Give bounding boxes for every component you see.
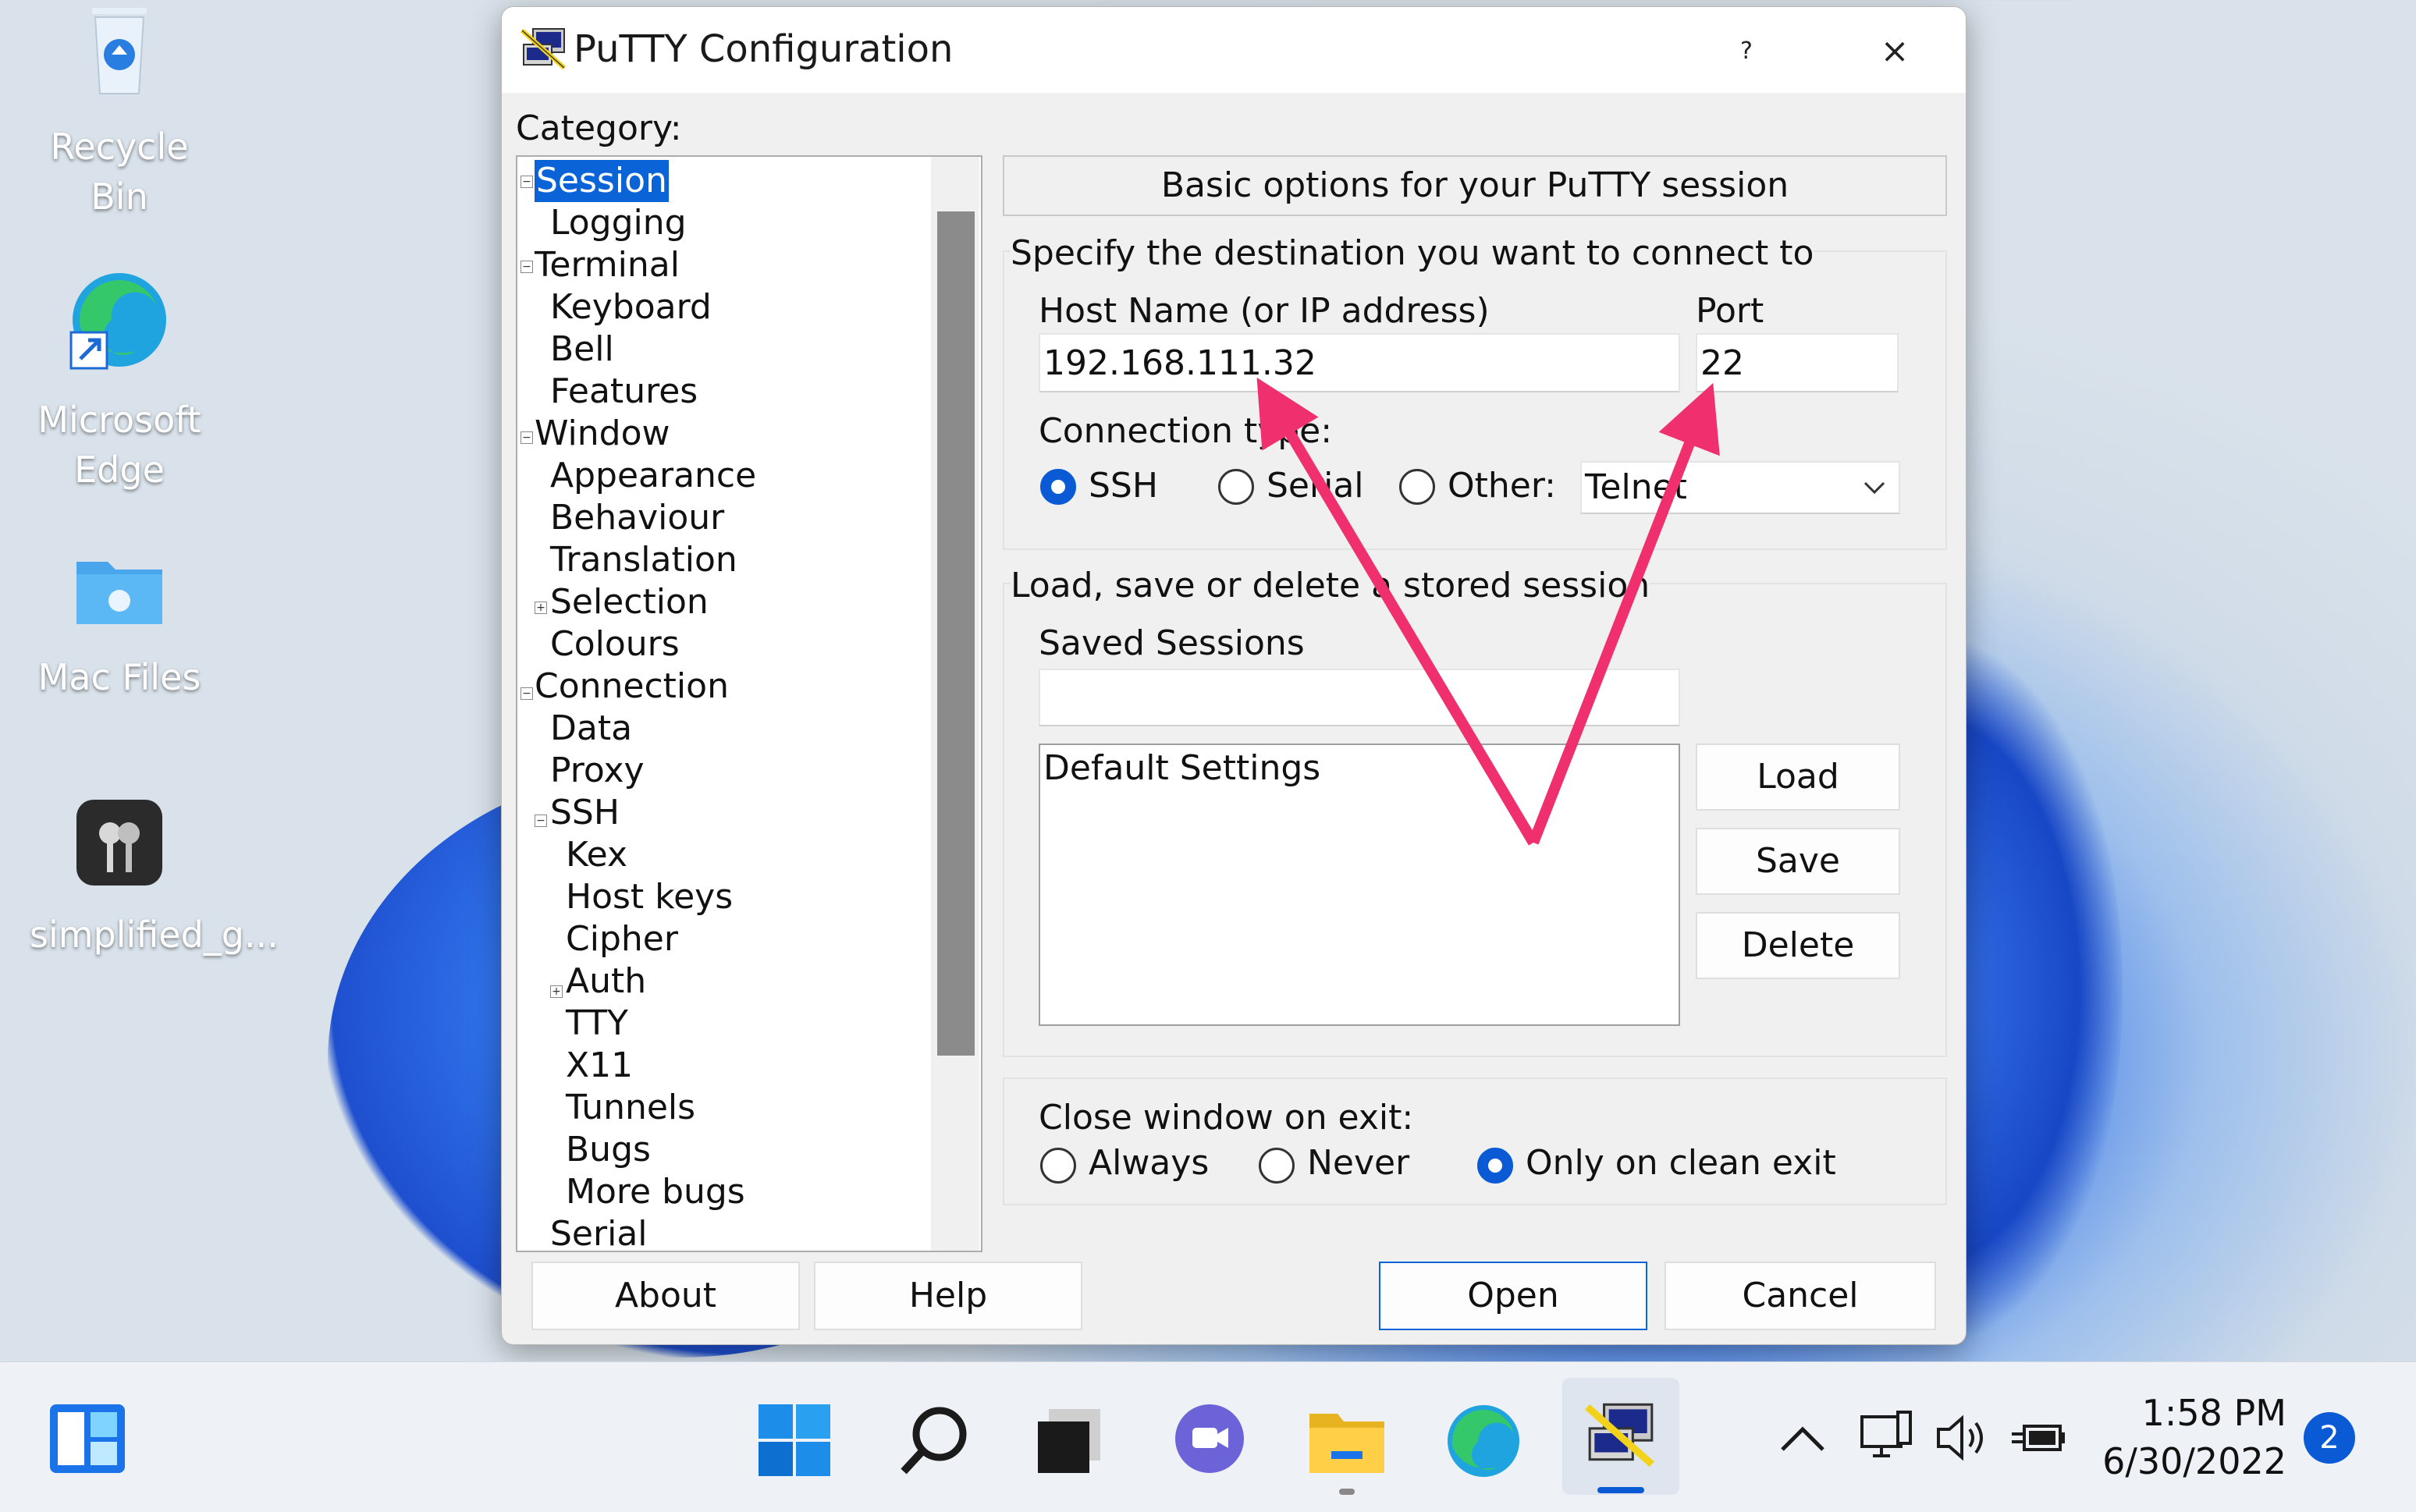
chevron-up-icon[interactable] — [1779, 1423, 1826, 1454]
volume-icon[interactable] — [1934, 1411, 1990, 1465]
taskbar: 1:58 PM 6/30/2022 2 — [0, 1361, 2416, 1512]
teams-chat-icon[interactable] — [1171, 1403, 1249, 1478]
network-icon[interactable] — [1859, 1411, 1913, 1465]
annotation-arrows — [1256, 377, 1720, 846]
clock-time[interactable]: 1:58 PM — [2091, 1392, 2286, 1434]
clock-date[interactable]: 6/30/2022 — [2091, 1440, 2286, 1482]
notification-badge[interactable]: 2 — [2304, 1412, 2355, 1464]
running-indicator — [1339, 1489, 1355, 1495]
file-explorer-icon[interactable] — [1308, 1403, 1386, 1478]
putty-taskbar-button[interactable] — [1562, 1378, 1679, 1495]
widgets-icon[interactable] — [48, 1403, 126, 1475]
task-view-icon[interactable] — [1032, 1403, 1107, 1478]
edge-taskbar-icon[interactable] — [1445, 1403, 1522, 1479]
search-icon[interactable] — [897, 1403, 972, 1478]
arrow-to-host-input — [1256, 377, 1539, 846]
battery-charging-icon[interactable] — [2009, 1411, 2066, 1465]
arrow-to-port-input — [1528, 382, 1720, 845]
start-icon[interactable] — [757, 1403, 832, 1478]
active-indicator — [1597, 1487, 1644, 1493]
putty-icon — [1585, 1403, 1654, 1468]
